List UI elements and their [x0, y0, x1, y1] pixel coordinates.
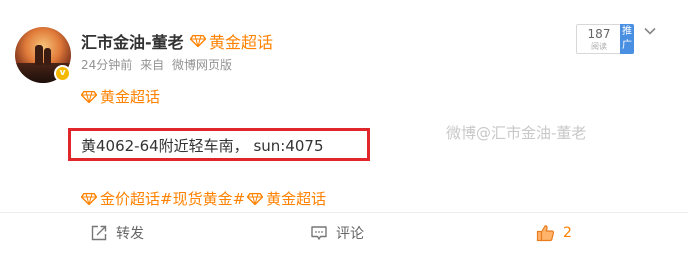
like-count: 2	[563, 225, 572, 241]
diamond-icon	[190, 35, 206, 47]
diamond-icon	[247, 192, 264, 205]
comment-label: 评论	[336, 226, 364, 242]
highlight-box	[68, 128, 370, 161]
verified-badge-icon: v	[54, 65, 71, 82]
topic-link-label: 黄金超话	[100, 88, 161, 106]
thumbs-up-icon	[536, 225, 555, 242]
diamond-icon	[81, 90, 97, 103]
author-super-topic-label: 黄金超话	[209, 33, 274, 52]
diamond-icon	[81, 192, 97, 205]
chevron-down-icon[interactable]	[643, 24, 657, 38]
action-divider	[0, 212, 688, 213]
comment-icon	[311, 226, 327, 240]
watermark: 微博@汇市金油-董老	[446, 124, 587, 142]
read-label: 阅读	[591, 42, 607, 51]
read-count: 187	[587, 27, 611, 41]
tag-spot-gold[interactable]: #现货黄金#	[160, 188, 245, 209]
repost-label: 转发	[116, 226, 144, 242]
avatar-figure	[35, 45, 43, 65]
post-source: 微博网页版	[171, 58, 232, 72]
author-name[interactable]: 汇市金油-董老	[81, 29, 184, 53]
promote-box[interactable]: 187 阅读 推广	[576, 24, 634, 54]
comment-button[interactable]: 评论	[310, 222, 364, 244]
tag-gold-price-super[interactable]: 金价超话	[100, 188, 160, 209]
weibo-post-card: v 汇市金油-董老 黄金超话 24分钟前 来自 微博网页版 187 阅读 推广 …	[0, 0, 688, 265]
post-tags: 金价超话 #现货黄金# 黄金超话	[81, 188, 326, 209]
author-super-topic-link[interactable]: 黄金超话	[190, 29, 273, 53]
like-button[interactable]: 2	[536, 222, 572, 244]
topic-link[interactable]: 黄金超话	[81, 86, 160, 107]
repost-icon	[91, 225, 107, 241]
post-time[interactable]: 24分钟前	[81, 58, 132, 72]
avatar-figure-2	[44, 48, 51, 65]
post-meta: 24分钟前 来自 微博网页版	[81, 56, 236, 73]
repost-button[interactable]: 转发	[90, 222, 144, 244]
tag-gold-super[interactable]: 黄金超话	[266, 188, 326, 209]
post-source-prefix: 来自	[140, 58, 165, 72]
promote-tag[interactable]: 推广	[620, 24, 634, 54]
